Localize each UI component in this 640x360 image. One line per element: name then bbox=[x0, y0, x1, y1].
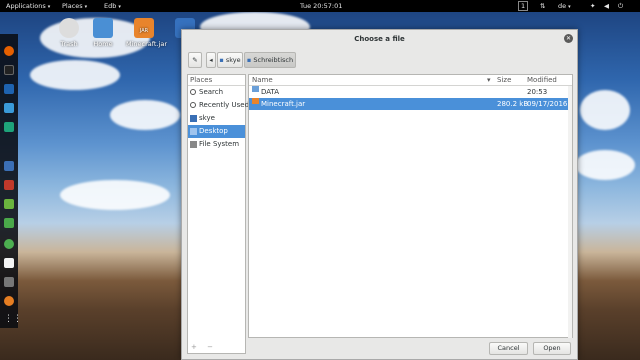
file-icon[interactable] bbox=[4, 258, 14, 268]
top-panel: Applications ▾ Places ▾ Edb ▾ Tue 20:57:01 … bbox=[0, 0, 640, 12]
desktop-icon-minecraft[interactable]: JAR Minecraft.jar bbox=[126, 18, 167, 48]
app-menu[interactable]: Edb ▾ bbox=[104, 0, 121, 12]
armitage-icon[interactable] bbox=[4, 122, 14, 132]
file-list: Name ▾ Size Modified DATA 20:53 Minecraf… bbox=[248, 74, 573, 338]
place-home[interactable]: skye bbox=[188, 112, 245, 125]
path-segment-label: skye bbox=[225, 56, 241, 64]
column-name[interactable]: Name bbox=[252, 75, 273, 86]
cancel-button[interactable]: Cancel bbox=[489, 342, 528, 355]
add-remove-bookmark-buttons[interactable]: + − bbox=[191, 343, 217, 351]
app-icon[interactable] bbox=[4, 296, 14, 306]
cloud bbox=[30, 60, 120, 90]
home-icon: ▪ bbox=[219, 56, 224, 64]
metasploit-icon[interactable] bbox=[4, 84, 14, 94]
app-menu-label: Edb bbox=[104, 2, 117, 10]
recent-icon bbox=[190, 102, 196, 108]
desktop-icon-label: Trash bbox=[60, 40, 78, 48]
scrollbar[interactable] bbox=[568, 86, 572, 338]
places-menu[interactable]: Places ▾ bbox=[62, 0, 87, 12]
app-icon[interactable] bbox=[4, 277, 14, 287]
place-label: Recently Used bbox=[199, 101, 250, 109]
file-name: DATA bbox=[261, 88, 280, 96]
file-chooser-dialog: Choose a file ✕ ✎ ◂ ▪ skye ▪ Schreibtisc… bbox=[181, 29, 578, 360]
file-name: Minecraft.jar bbox=[261, 100, 306, 108]
file-row[interactable]: DATA 20:53 bbox=[249, 86, 572, 98]
home-folder-icon bbox=[93, 18, 113, 38]
path-segment-label: Schreibtisch bbox=[253, 56, 294, 64]
folder-icon bbox=[252, 86, 259, 92]
cloud bbox=[575, 150, 635, 180]
desktop-icon-trash[interactable]: Trash bbox=[52, 18, 86, 48]
path-segment-current[interactable]: ▪ Schreibtisch bbox=[244, 52, 296, 68]
cherrytree-icon[interactable] bbox=[4, 218, 14, 228]
open-button[interactable]: Open bbox=[533, 342, 571, 355]
firefox-icon[interactable] bbox=[4, 46, 14, 56]
edit-location-button[interactable]: ✎ bbox=[188, 52, 202, 68]
column-modified[interactable]: Modified bbox=[527, 75, 557, 86]
place-label: Desktop bbox=[199, 127, 228, 135]
chrome-icon[interactable] bbox=[4, 239, 14, 249]
app-grid-icon[interactable]: ⋮⋮ bbox=[4, 314, 22, 324]
dock: ⋮⋮ bbox=[0, 34, 22, 328]
workspace-indicator[interactable]: 1 bbox=[518, 0, 529, 12]
place-recent[interactable]: Recently Used bbox=[188, 99, 249, 112]
maltego-icon[interactable] bbox=[4, 103, 14, 113]
volume-icon[interactable]: ◀ bbox=[604, 0, 609, 12]
chevron-down-icon: ▾ bbox=[118, 4, 121, 10]
cloud bbox=[580, 90, 630, 130]
chevron-down-icon: ▾ bbox=[84, 4, 88, 10]
file-modified: 09/17/2016 bbox=[527, 100, 568, 108]
file-size: 280.2 kB bbox=[497, 100, 529, 108]
column-size[interactable]: Size bbox=[497, 75, 511, 86]
power-icon[interactable]: ⏻ bbox=[618, 0, 623, 12]
place-label: Search bbox=[199, 88, 224, 96]
place-label: skye bbox=[199, 114, 215, 122]
burp-icon[interactable] bbox=[4, 161, 14, 171]
folder-icon: ▪ bbox=[246, 56, 252, 64]
sort-arrow-icon: ▾ bbox=[487, 76, 491, 84]
chevron-down-icon: ▾ bbox=[47, 4, 51, 10]
desktop-icon-label: Minecraft.jar bbox=[126, 40, 168, 48]
clock[interactable]: Tue 20:57:01 bbox=[300, 0, 342, 12]
trash-icon bbox=[59, 18, 79, 38]
drive-icon bbox=[190, 141, 197, 148]
cloud bbox=[110, 100, 180, 130]
path-back-button[interactable]: ◂ bbox=[206, 52, 216, 68]
faraday-icon[interactable] bbox=[4, 180, 14, 190]
place-search[interactable]: Search bbox=[188, 86, 245, 99]
file-list-header: Name ▾ Size Modified bbox=[249, 75, 572, 86]
jar-file-icon bbox=[252, 98, 259, 104]
terminal-icon[interactable] bbox=[4, 65, 14, 75]
accessibility-icon[interactable]: ✦ bbox=[590, 0, 595, 12]
search-icon bbox=[190, 89, 196, 95]
keyboard-layout[interactable]: de ▾ bbox=[558, 0, 571, 12]
cloud bbox=[60, 180, 170, 210]
places-sidebar: Places Search Recently Used skye Desktop… bbox=[187, 74, 249, 354]
applications-menu[interactable]: Applications ▾ bbox=[6, 0, 50, 12]
network-icon[interactable]: ⇅ bbox=[540, 0, 545, 12]
desktop-icon bbox=[190, 128, 197, 135]
chevron-down-icon: ▾ bbox=[568, 4, 571, 10]
place-label: File System bbox=[199, 140, 240, 148]
home-icon bbox=[190, 115, 197, 122]
pencil-icon: ✎ bbox=[192, 56, 198, 64]
close-icon[interactable]: ✕ bbox=[564, 34, 573, 43]
jar-file-icon: JAR bbox=[134, 18, 154, 38]
file-modified: 20:53 bbox=[527, 88, 548, 96]
leafpad-icon[interactable] bbox=[4, 199, 14, 209]
places-header: Places bbox=[188, 75, 245, 86]
desktop-icon-home[interactable]: Home bbox=[86, 18, 120, 48]
path-segment-home[interactable]: ▪ skye bbox=[217, 52, 243, 68]
dialog-titlebar[interactable]: Choose a file ✕ bbox=[182, 30, 577, 48]
file-row[interactable]: Minecraft.jar 280.2 kB 09/17/2016 bbox=[249, 98, 572, 110]
chevron-left-icon: ◂ bbox=[209, 56, 213, 64]
place-filesystem[interactable]: File System bbox=[188, 138, 245, 151]
place-desktop[interactable]: Desktop bbox=[188, 125, 245, 138]
desktop-icon-label: Home bbox=[93, 40, 113, 48]
dialog-title: Choose a file bbox=[354, 35, 405, 43]
